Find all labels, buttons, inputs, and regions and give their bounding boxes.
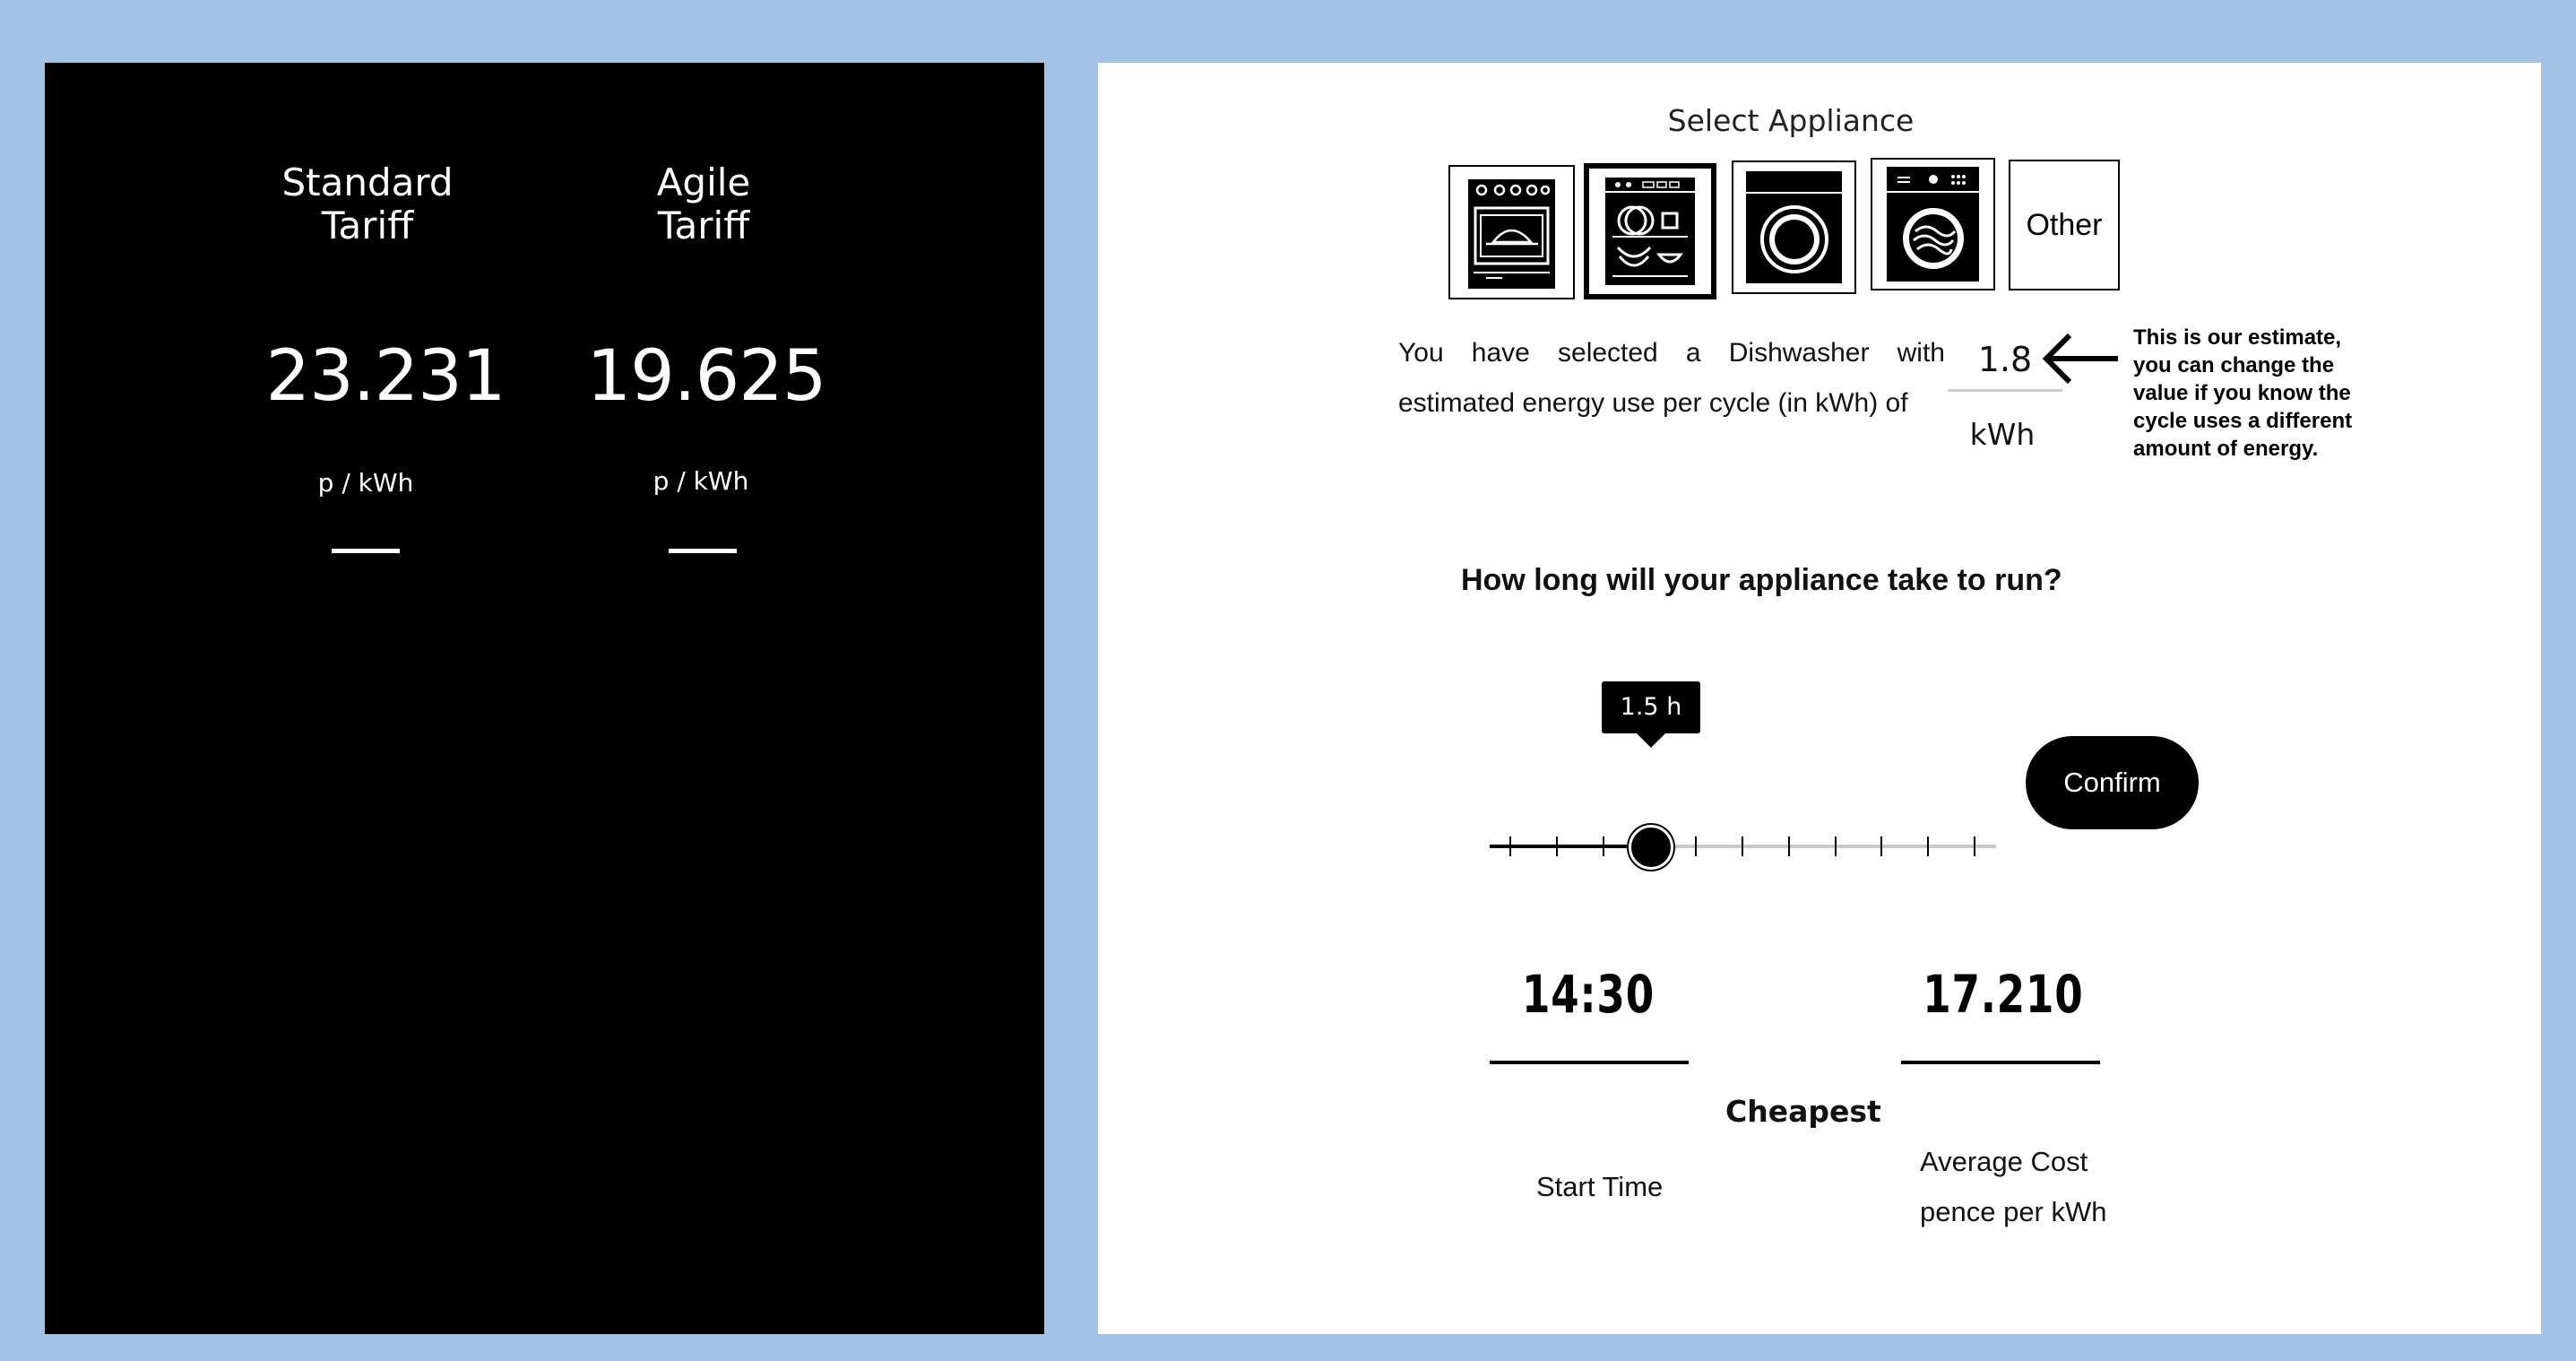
agile-tariff-unit: p / kWh (653, 466, 749, 496)
duration-question: How long will your appliance take to run… (1461, 563, 2062, 597)
standard-tariff-unit: p / kWh (317, 468, 414, 498)
standard-tariff-value: 23.231 (265, 336, 506, 417)
duration-tooltip-arrow (1637, 733, 1665, 748)
confirm-button[interactable]: Confirm (2026, 736, 2199, 829)
standard-tariff-title-line2: Tariff (321, 204, 414, 247)
appliance-other-button[interactable]: Other (2009, 160, 2120, 290)
energy-use-unit: kWh (1969, 417, 2036, 452)
slider-tick (1787, 837, 1790, 856)
duration-slider[interactable]: 1.5 h (1490, 681, 2018, 870)
estimate-description-line1: You have selected a Dishwasher with (1398, 338, 1945, 368)
agile-tariff-title: Agile Tariff (569, 161, 838, 247)
dishwasher-icon (1605, 178, 1695, 285)
standard-tariff-divider (332, 549, 400, 553)
appliance-tumble-dryer-button[interactable] (1871, 158, 1995, 290)
average-cost-label-line2: pence per kWh (1920, 1196, 2107, 1227)
agile-tariff-divider (669, 549, 737, 553)
oven-icon (1468, 179, 1555, 289)
slider-tick (1602, 837, 1604, 856)
agile-tariff-value: 19.625 (586, 336, 827, 417)
agile-tariff-title-line2: Tariff (657, 204, 750, 247)
tumble-dryer-icon (1887, 167, 1979, 282)
washing-machine-icon (1746, 171, 1842, 283)
tariff-panel: Standard Tariff Agile Tariff 23.231 19.6… (45, 63, 1044, 1334)
estimate-description: You have selected a Dishwasher with esti… (1398, 328, 1945, 429)
slider-tick (1927, 837, 1930, 856)
slider-track-filled (1490, 845, 1649, 848)
standard-tariff-title: Standard Tariff (233, 161, 502, 247)
slider-tick (1509, 837, 1511, 856)
cheapest-label: Cheapest (1725, 1094, 1881, 1129)
slider-tick (1695, 837, 1698, 856)
appliance-panel: Select Appliance Other You have selected… (1098, 63, 2541, 1334)
start-time-underline (1490, 1061, 1689, 1064)
average-cost-underline (1901, 1061, 2100, 1064)
start-time-value: 14:30 (1522, 964, 1655, 1025)
slider-tick (1834, 837, 1837, 856)
average-cost-label-line1: Average Cost (1920, 1146, 2088, 1177)
estimate-hint: This is our estimate, you can change the… (2133, 325, 2353, 461)
agile-tariff-title-line1: Agile (656, 160, 751, 204)
slider-tick (1742, 837, 1743, 856)
estimate-description-line2: estimated energy use per cycle (in kWh) … (1398, 388, 1908, 418)
arrow-left-icon (2042, 333, 2118, 385)
slider-tick (1880, 837, 1883, 856)
appliance-oven-button[interactable] (1448, 165, 1575, 299)
appliance-other-label: Other (2026, 208, 2103, 242)
start-time-label: Start Time (1536, 1171, 1664, 1202)
duration-tooltip: 1.5 h (1602, 681, 1700, 733)
slider-tick (1555, 837, 1558, 856)
slider-tick (1974, 837, 1975, 856)
appliance-washing-machine-button[interactable] (1732, 160, 1856, 294)
select-appliance-title: Select Appliance (1667, 103, 1915, 138)
slider-thumb[interactable] (1629, 825, 1674, 870)
average-cost-value: 17.210 (1923, 964, 2084, 1025)
appliance-dishwasher-button[interactable] (1584, 163, 1716, 299)
standard-tariff-title-line1: Standard (281, 160, 454, 204)
